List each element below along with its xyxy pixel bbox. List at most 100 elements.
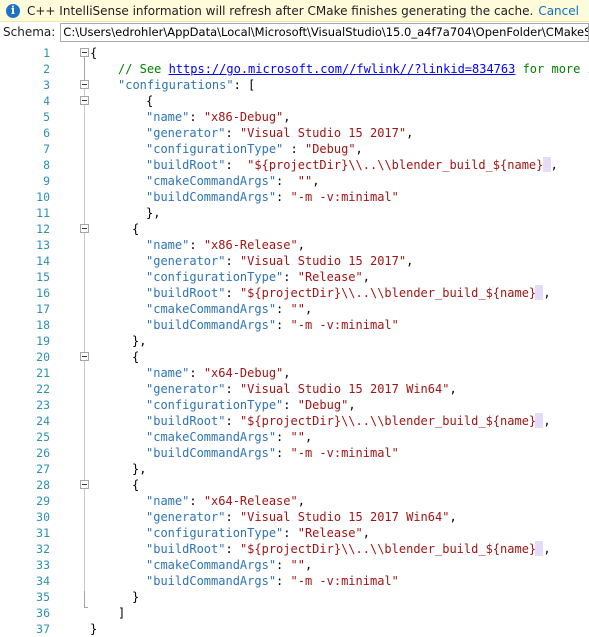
- code-line[interactable]: 12 {: [0, 221, 589, 237]
- code-token: "name": [146, 238, 190, 252]
- code-token: "configurationType": [146, 526, 284, 540]
- code-line[interactable]: 8 "buildRoot": "${projectDir}\\..\\blende…: [0, 157, 589, 173]
- code-token: "": [290, 302, 305, 316]
- code-token: ,: [543, 286, 551, 300]
- schema-bar: Schema: C:\Users\edrohler\AppData\Local\…: [0, 22, 589, 42]
- code-token: ,: [297, 238, 305, 252]
- collapse-icon[interactable]: [80, 224, 89, 233]
- collapse-icon[interactable]: [80, 96, 89, 105]
- code-token: :: [283, 398, 298, 412]
- code-line[interactable]: 20 {: [0, 349, 589, 365]
- code-text: "buildCommandArgs": "-m -v:minimal": [90, 189, 399, 205]
- code-token: "Debug": [304, 142, 356, 156]
- code-line[interactable]: 18 "buildCommandArgs": "-m -v:minimal": [0, 317, 589, 333]
- collapse-icon[interactable]: [80, 352, 89, 361]
- code-token: :: [283, 142, 305, 156]
- line-number: 35: [36, 590, 50, 604]
- code-line[interactable]: 17 "cmakeCommandArgs": "",: [0, 301, 589, 317]
- code-editor[interactable]: 1{2// See https://go.microsoft.com//fwli…: [0, 42, 589, 636]
- code-line[interactable]: 1{: [0, 45, 589, 61]
- code-token: :: [276, 558, 291, 572]
- code-line[interactable]: 9 "cmakeCommandArgs": "",: [0, 173, 589, 189]
- line-number: 8: [43, 158, 50, 172]
- code-token: :: [283, 526, 298, 540]
- line-number: 3: [43, 78, 50, 92]
- code-text: },: [90, 461, 146, 477]
- code-line[interactable]: 16 "buildRoot": "${projectDir}\\..\\blend…: [0, 285, 589, 301]
- code-token: ,: [283, 366, 291, 380]
- code-line[interactable]: 30 "generator": "Visual Studio 15 2017 Wi…: [0, 509, 589, 525]
- line-number: 2: [43, 62, 50, 76]
- line-number: 29: [36, 494, 50, 508]
- code-line[interactable]: 22 "generator": "Visual Studio 15 2017 Wi…: [0, 381, 589, 397]
- code-line[interactable]: 11},: [0, 205, 589, 221]
- info-message: C++ IntelliSense information will refres…: [27, 3, 534, 18]
- code-token: ,: [550, 158, 558, 172]
- code-line[interactable]: 33 "cmakeCommandArgs": "",: [0, 557, 589, 573]
- code-line[interactable]: 10 "buildCommandArgs": "-m -v:minimal": [0, 189, 589, 205]
- collapse-icon[interactable]: [80, 480, 89, 489]
- code-token: "x64-Release": [203, 494, 298, 508]
- code-token[interactable]: https://go.microsoft.com//fwlink//?linki…: [169, 62, 516, 76]
- collapse-icon[interactable]: [80, 48, 89, 57]
- line-number: 24: [36, 414, 50, 428]
- code-line[interactable]: 2 // See https://go.microsoft.com//fwlink…: [0, 61, 589, 77]
- code-line[interactable]: 6 "generator": "Visual Studio 15 2017",: [0, 125, 589, 141]
- code-line[interactable]: 35}: [0, 589, 589, 605]
- code-line[interactable]: 4{: [0, 93, 589, 109]
- code-token: ,: [348, 398, 356, 412]
- code-line[interactable]: 7 "configurationType" : "Debug",: [0, 141, 589, 157]
- code-token: "buildCommandArgs": [146, 318, 277, 332]
- line-number: 26: [36, 446, 50, 460]
- code-line[interactable]: 26 "buildCommandArgs": "-m -v:minimal": [0, 445, 589, 461]
- schema-label: Schema:: [3, 25, 56, 39]
- code-token: : [: [233, 78, 256, 92]
- code-line[interactable]: 37}: [0, 621, 589, 637]
- line-number: 17: [36, 302, 50, 316]
- code-token: :: [225, 382, 240, 396]
- code-token: :: [225, 126, 240, 140]
- code-line[interactable]: 19},: [0, 333, 589, 349]
- code-line[interactable]: 32 "buildRoot": "${projectDir}\\..\\blend…: [0, 541, 589, 557]
- code-token: "-m -v:minimal": [290, 446, 399, 460]
- code-token: "cmakeCommandArgs": [146, 430, 277, 444]
- code-line[interactable]: 24 "buildRoot": "${projectDir}\\..\\blend…: [0, 413, 589, 429]
- schema-path-field[interactable]: C:\Users\edrohler\AppData\Local\Microsof…: [60, 22, 589, 42]
- code-token: "-m -v:minimal": [290, 318, 399, 332]
- code-line[interactable]: 3 "configurations": [: [0, 77, 589, 93]
- code-line[interactable]: 27},: [0, 461, 589, 477]
- cancel-link[interactable]: Cancel: [538, 4, 579, 18]
- line-number: 12: [36, 222, 50, 236]
- line-number: 23: [36, 398, 50, 412]
- code-line[interactable]: 31 "configurationType": "Release",: [0, 525, 589, 541]
- code-token: "buildRoot": [146, 542, 226, 556]
- code-token: ,: [297, 494, 305, 508]
- line-number: 33: [36, 558, 50, 572]
- code-line[interactable]: 25 "cmakeCommandArgs": "",: [0, 429, 589, 445]
- code-token: :: [189, 494, 204, 508]
- code-line[interactable]: 14 "generator": "Visual Studio 15 2017",: [0, 253, 589, 269]
- code-line[interactable]: 13 "name": "x86-Release",: [0, 237, 589, 253]
- collapse-icon[interactable]: [80, 80, 89, 89]
- line-number: 37: [36, 622, 50, 636]
- code-token: :: [225, 158, 248, 172]
- code-line[interactable]: 23 "configurationType": "Debug",: [0, 397, 589, 413]
- code-token: ,: [304, 558, 313, 572]
- code-text: "configurationType" : "Debug",: [90, 141, 363, 157]
- code-line[interactable]: 15 "configurationType": "Release",: [0, 269, 589, 285]
- code-token: :: [189, 238, 204, 252]
- code-line[interactable]: 28 {: [0, 477, 589, 493]
- code-text: {: [90, 93, 153, 109]
- line-number: 34: [36, 574, 50, 588]
- code-line[interactable]: 36]: [0, 605, 589, 621]
- code-text: ]: [90, 605, 125, 621]
- code-line[interactable]: 29 "name": "x64-Release",: [0, 493, 589, 509]
- code-token: ,: [362, 270, 370, 284]
- code-token: "name": [146, 366, 190, 380]
- code-token: "generator": [146, 126, 226, 140]
- line-number: 11: [36, 206, 50, 220]
- code-text: }: [90, 589, 139, 605]
- code-line[interactable]: 34 "buildCommandArgs": "-m -v:minimal": [0, 573, 589, 589]
- code-line[interactable]: 21 "name": "x64-Debug",: [0, 365, 589, 381]
- code-line[interactable]: 5 "name": "x86-Debug",: [0, 109, 589, 125]
